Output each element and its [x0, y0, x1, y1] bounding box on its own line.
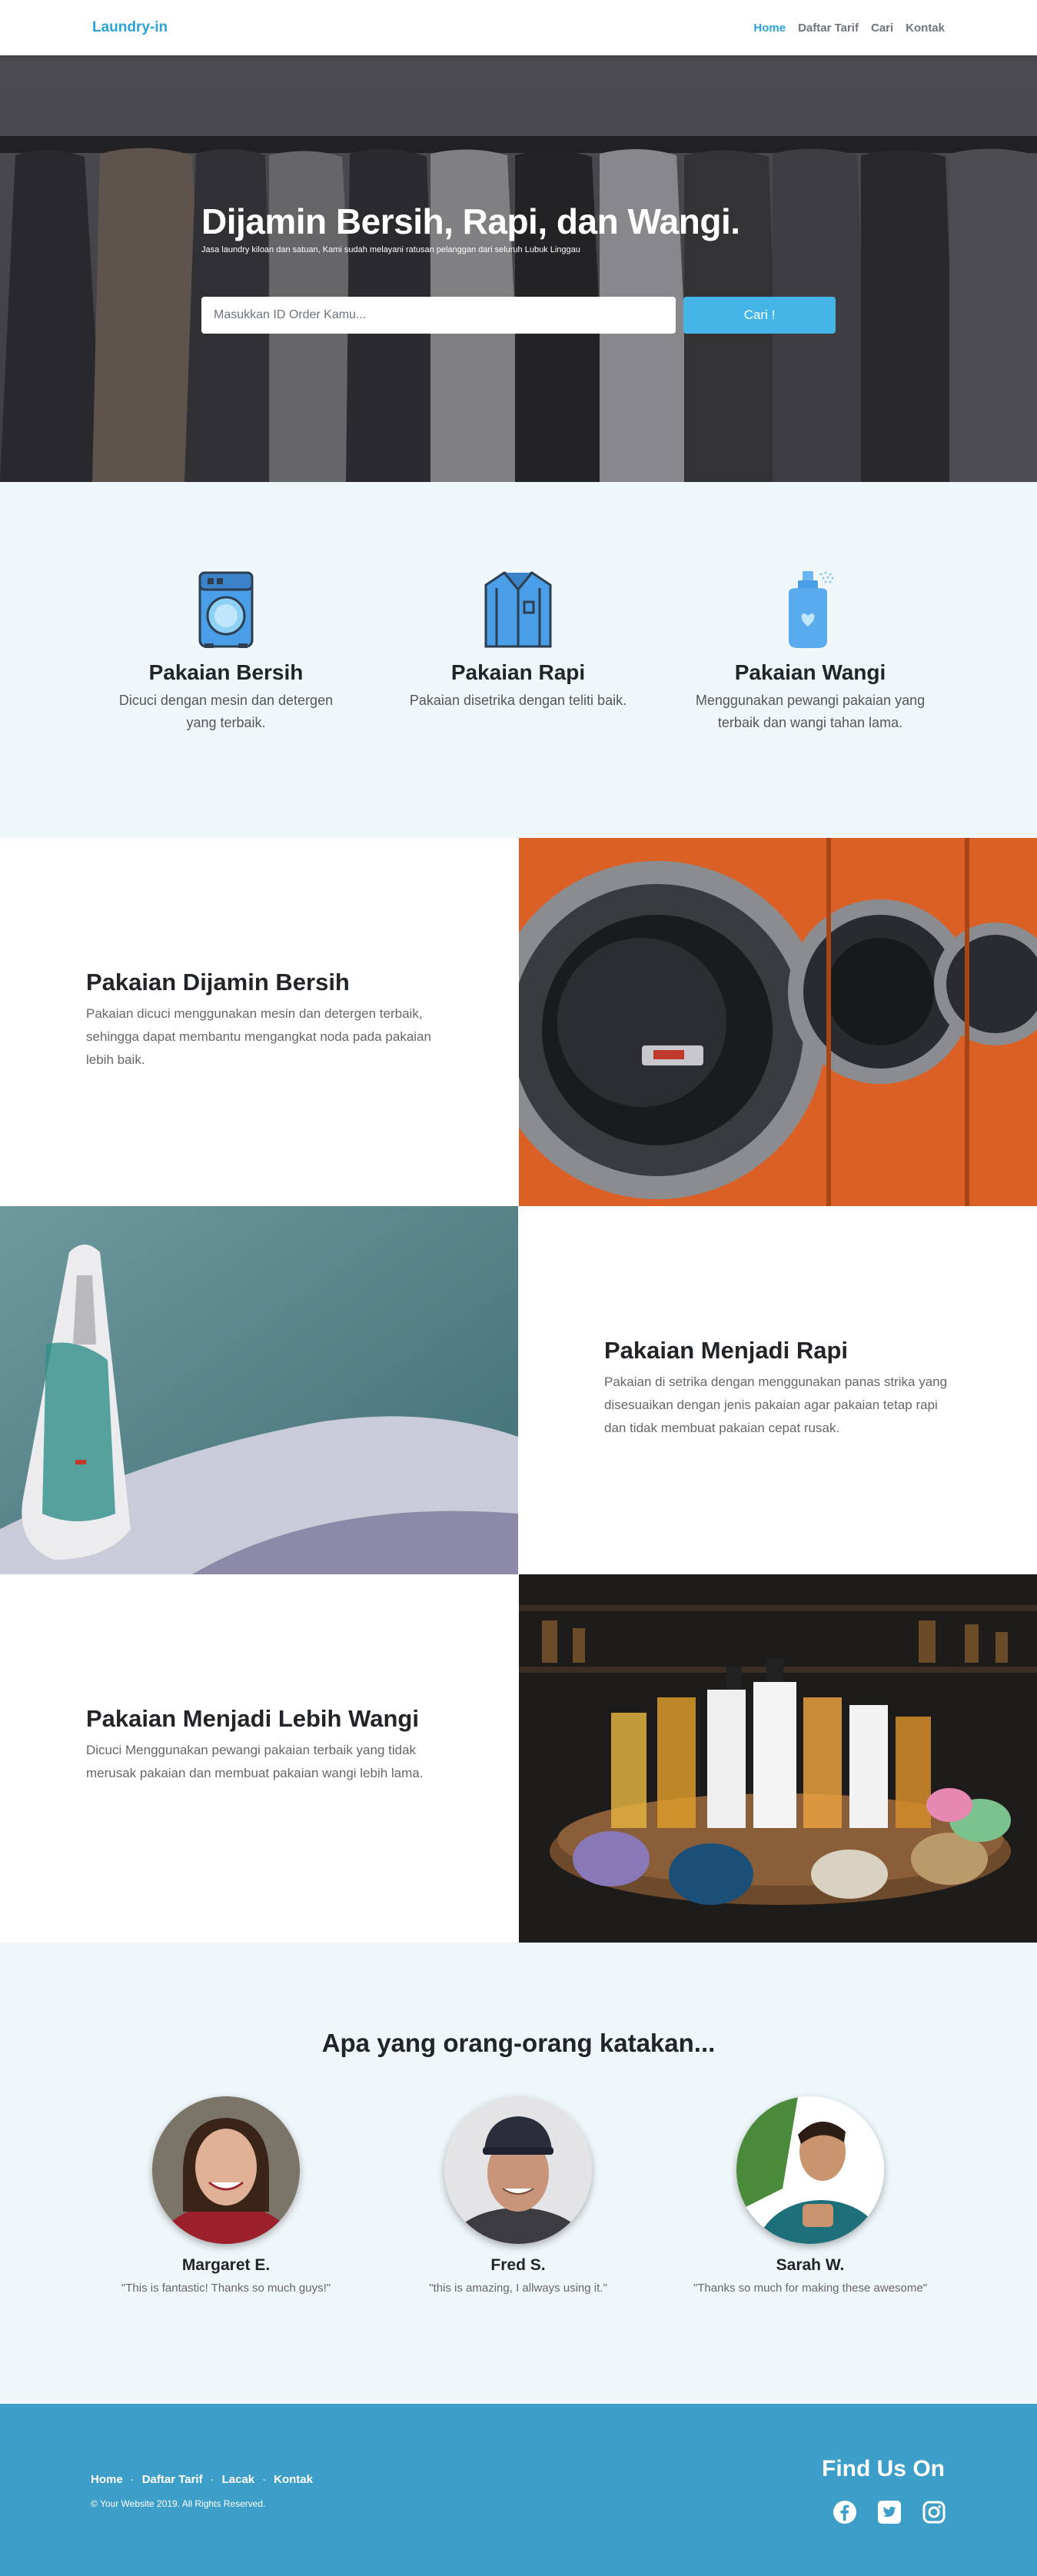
hero-subtitle: Jasa laundry kiloan dan satuan, Kami sud…: [201, 244, 580, 254]
testimonial-card: Sarah W. "Thanks so much for making thes…: [687, 2096, 933, 2298]
order-search-form: Cari !: [201, 297, 836, 334]
footer-link-kontak[interactable]: Kontak: [274, 2473, 313, 2486]
footer-link-daftar-tarif[interactable]: Daftar Tarif: [142, 2473, 203, 2486]
hero-title: Dijamin Bersih, Rapi, dan Wangi.: [201, 201, 740, 241]
footer: Home · Daftar Tarif · Lacak · Kontak © Y…: [0, 2404, 1037, 2576]
footer-link-home[interactable]: Home: [91, 2473, 123, 2486]
showcase-row-fragrant: Pakaian Menjadi Lebih Wangi Dicuci Mengg…: [0, 1574, 1037, 1943]
showcase-title: Pakaian Menjadi Rapi: [604, 1337, 848, 1364]
showcase-row-clean: Pakaian Dijamin Bersih Pakaian dicuci me…: [0, 838, 1037, 1206]
testimonial-card: Fred S. "this is amazing, I allways usin…: [395, 2096, 641, 2298]
footer-links: Home · Daftar Tarif · Lacak · Kontak: [91, 2473, 313, 2486]
showcase-row-neat: Pakaian Menjadi Rapi Pakaian di setrika …: [0, 1206, 1037, 1574]
testimonial-quote: "Thanks so much for making these awesome…: [693, 2282, 928, 2295]
feature-neat: Pakaian Rapi Pakaian disetrika dengan te…: [395, 567, 641, 712]
testimonial-card: Margaret E. "This is fantastic! Thanks s…: [103, 2096, 349, 2298]
showcase-text: Pakaian Dijamin Bersih Pakaian dicuci me…: [0, 838, 519, 1206]
footer-link-lacak[interactable]: Lacak: [222, 2473, 255, 2486]
footer-separator: ·: [210, 2473, 214, 2486]
feature-text: Menggunakan pewangi pakaian yang terbaik…: [695, 693, 926, 730]
testimonials-section: Apa yang orang-orang katakan... Margaret…: [0, 1943, 1037, 2404]
feature-text: Pakaian disetrika dengan teliti baik.: [409, 693, 627, 708]
perfume-bottle-icon: [789, 571, 834, 648]
feature-text: Dicuci dengan mesin dan detergen yang te…: [118, 693, 334, 730]
search-button[interactable]: Cari !: [683, 297, 836, 334]
avatar: [736, 2096, 884, 2244]
order-id-input[interactable]: [201, 297, 676, 334]
hero-section: Dijamin Bersih, Rapi, dan Wangi. Jasa la…: [0, 55, 1037, 482]
navbar: Laundry-in Home Daftar Tarif Cari Kontak: [0, 0, 1037, 55]
showcase-text: Pakaian Menjadi Rapi Pakaian di setrika …: [518, 1206, 1037, 1574]
avatar: [444, 2096, 592, 2244]
nav-link-cari[interactable]: Cari: [871, 22, 893, 35]
showcase-description: Pakaian di setrika dengan menggunakan pa…: [604, 1374, 948, 1435]
avatar: [152, 2096, 300, 2244]
testimonial-quote: "this is amazing, I allways using it.": [429, 2282, 607, 2295]
copyright-text: © Your Website 2019. All Rights Reserved…: [91, 2498, 266, 2509]
washing-machine-icon: [198, 571, 254, 648]
washing-machines-photo: [519, 838, 1037, 1206]
hero-content: Dijamin Bersih, Rapi, dan Wangi. Jasa la…: [201, 201, 839, 254]
twitter-icon[interactable]: [877, 2500, 902, 2524]
feature-title: Pakaian Wangi: [734, 660, 886, 684]
showcase-description: Dicuci Menggunakan pewangi pakaian terba…: [86, 1743, 424, 1780]
testimonial-name: Margaret E.: [181, 2256, 271, 2274]
nav-link-daftar-tarif[interactable]: Daftar Tarif: [798, 22, 859, 35]
feature-clean: Pakaian Bersih Dicuci dengan mesin dan d…: [103, 567, 349, 734]
feature-title: Pakaian Bersih: [148, 660, 304, 684]
testimonial-name: Sarah W.: [776, 2256, 845, 2274]
brand-logo-link[interactable]: Laundry-in: [92, 19, 168, 36]
hero-overlay: [0, 55, 1037, 482]
shirt-icon: [484, 571, 552, 648]
instagram-icon[interactable]: [922, 2500, 946, 2524]
find-us-heading: Find Us On: [822, 2456, 945, 2481]
feature-fragrant: Pakaian Wangi Menggunakan pewangi pakaia…: [687, 567, 933, 734]
feature-title: Pakaian Rapi: [450, 660, 586, 684]
perfume-bottles-photo: [519, 1574, 1037, 1943]
social-links: [833, 2500, 946, 2524]
testimonial-quote: "This is fantastic! Thanks so much guys!…: [121, 2282, 331, 2295]
showcase-text: Pakaian Menjadi Lebih Wangi Dicuci Mengg…: [0, 1574, 519, 1943]
testimonials-heading: Apa yang orang-orang katakan...: [321, 2029, 716, 2057]
footer-separator: ·: [262, 2473, 267, 2486]
nav-links: Home Daftar Tarif Cari Kontak: [753, 22, 945, 35]
nav-link-home[interactable]: Home: [753, 22, 786, 35]
showcase-title: Pakaian Menjadi Lebih Wangi: [86, 1705, 419, 1732]
features-section: Pakaian Bersih Dicuci dengan mesin dan d…: [0, 482, 1037, 838]
iron-photo: [0, 1206, 518, 1574]
footer-separator: ·: [130, 2473, 135, 2486]
showcase-description: Pakaian dicuci menggunakan mesin dan det…: [86, 1006, 431, 1067]
testimonial-name: Fred S.: [490, 2256, 546, 2274]
showcase-title: Pakaian Dijamin Bersih: [86, 969, 350, 995]
nav-link-kontak[interactable]: Kontak: [906, 22, 945, 35]
facebook-icon[interactable]: [833, 2500, 857, 2524]
